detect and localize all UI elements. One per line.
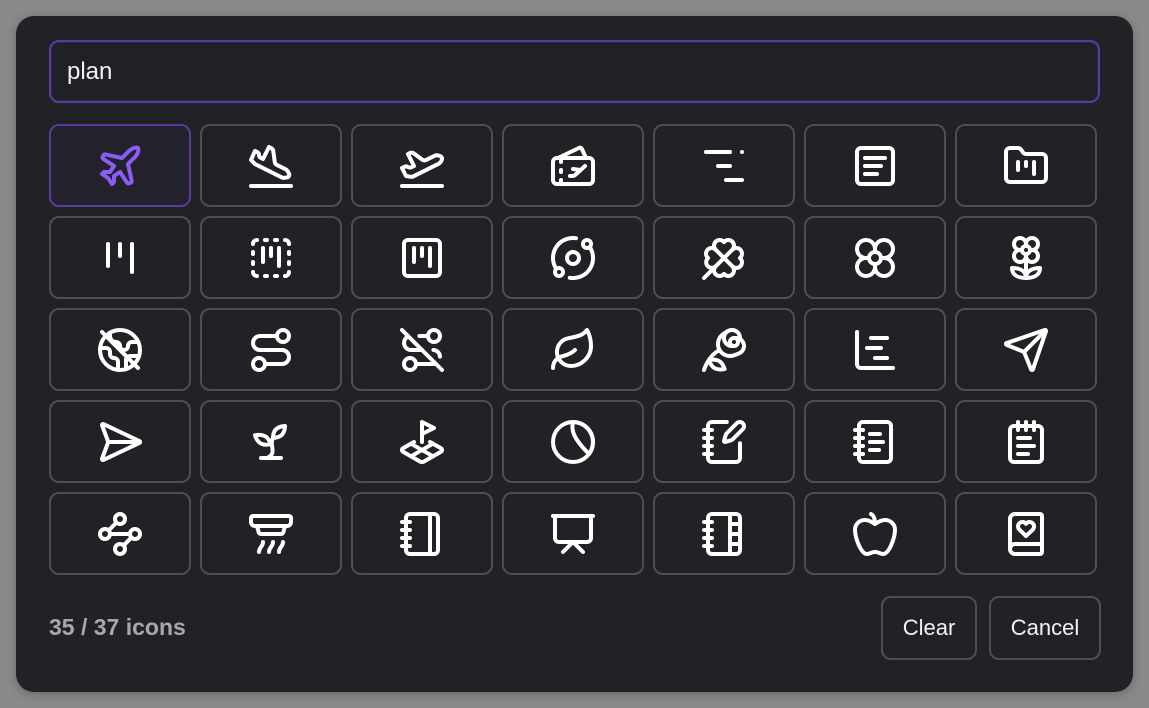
icon-option-send[interactable] (955, 308, 1097, 391)
icon-option-chart-pie[interactable] (502, 400, 644, 483)
icon-picker-dialog: 35 / 37 icons Clear Cancel (16, 16, 1133, 692)
chart-gantt-icon (855, 329, 895, 370)
orbit-icon (551, 235, 596, 280)
send-icon (1004, 327, 1048, 372)
route-icon (251, 327, 291, 372)
icon-option-book-heart[interactable] (955, 492, 1097, 575)
leaf-icon (551, 327, 593, 370)
icon-option-alarm-smoke[interactable] (200, 492, 342, 575)
notebook-icon (400, 511, 440, 556)
cancel-button[interactable]: Cancel (989, 596, 1101, 660)
icon-option-chart-gantt[interactable] (804, 308, 946, 391)
plane-landing-icon (249, 144, 293, 188)
icon-option-land-plot[interactable] (351, 400, 493, 483)
icon-grid (49, 124, 1097, 575)
plane-icon (100, 145, 141, 186)
tickets-plane-icon (551, 145, 595, 186)
search-input[interactable] (51, 42, 1098, 101)
notebook-tabs-icon (702, 511, 742, 556)
land-plot-icon (400, 419, 444, 464)
icon-option-leaf[interactable] (502, 308, 644, 391)
notebook-text-icon (853, 419, 893, 464)
icon-option-text-align-end[interactable] (653, 124, 795, 207)
book-heart-icon (1008, 511, 1044, 556)
earth-off-icon (98, 327, 142, 372)
icon-option-square-kanban[interactable] (351, 216, 493, 299)
clear-button[interactable]: Clear (881, 596, 977, 660)
icon-option-notepad-text-2[interactable] (955, 400, 1097, 483)
waypoints-icon (98, 511, 142, 556)
icon-option-apple[interactable] (804, 492, 946, 575)
icon-option-route-off[interactable] (351, 308, 493, 391)
icon-option-kanban[interactable] (49, 216, 191, 299)
icon-option-plane-takeoff[interactable] (351, 124, 493, 207)
icon-option-sprout[interactable] (200, 400, 342, 483)
icon-option-folder-kanban[interactable] (955, 124, 1097, 207)
icon-option-tickets-plane[interactable] (502, 124, 644, 207)
icon-option-notebook-tabs[interactable] (653, 492, 795, 575)
flower-icon (1010, 235, 1042, 280)
apple-icon (853, 511, 897, 556)
square-dashed-kanban-icon (251, 237, 291, 278)
icon-option-rose[interactable] (653, 308, 795, 391)
presentation-icon (551, 513, 595, 554)
notepad-text-icon (1008, 419, 1044, 464)
icon-option-clover[interactable] (653, 216, 795, 299)
square-kanban-icon (402, 237, 442, 278)
icon-option-flower[interactable] (955, 216, 1097, 299)
icon-option-flower-2[interactable] (804, 216, 946, 299)
flower-2-icon (855, 237, 895, 278)
text-align-end-icon (704, 149, 744, 182)
chart-pie-icon (551, 419, 595, 464)
icon-option-notebook[interactable] (351, 492, 493, 575)
sprout-icon (253, 423, 287, 460)
icon-option-route[interactable] (200, 308, 342, 391)
icon-option-earth-off[interactable] (49, 308, 191, 391)
folder-kanban-icon (1004, 145, 1048, 184)
icon-count: 35 / 37 icons (49, 614, 186, 640)
icon-option-plane-landing[interactable] (200, 124, 342, 207)
rose-icon (702, 327, 746, 372)
notebook-pen-icon (702, 419, 746, 464)
plane-takeoff-icon (400, 150, 445, 188)
icon-option-waypoints[interactable] (49, 492, 191, 575)
icon-option-orbit[interactable] (502, 216, 644, 299)
search-field[interactable] (49, 40, 1100, 103)
icon-option-notebook-pen[interactable] (653, 400, 795, 483)
route-off-icon (400, 327, 444, 372)
clover-icon (702, 237, 744, 280)
icon-option-plane[interactable] (49, 124, 191, 207)
icon-option-square-dashed-kanban[interactable] (200, 216, 342, 299)
kanban-icon (106, 241, 134, 274)
icon-option-notepad-text[interactable] (804, 124, 946, 207)
send-horizontal-icon (100, 421, 142, 462)
square-text-icon (855, 145, 895, 186)
alarm-smoke-icon (249, 513, 293, 554)
icon-option-send-horizontal[interactable] (49, 400, 191, 483)
icon-option-notebook-text[interactable] (804, 400, 946, 483)
icon-option-presentation[interactable] (502, 492, 644, 575)
